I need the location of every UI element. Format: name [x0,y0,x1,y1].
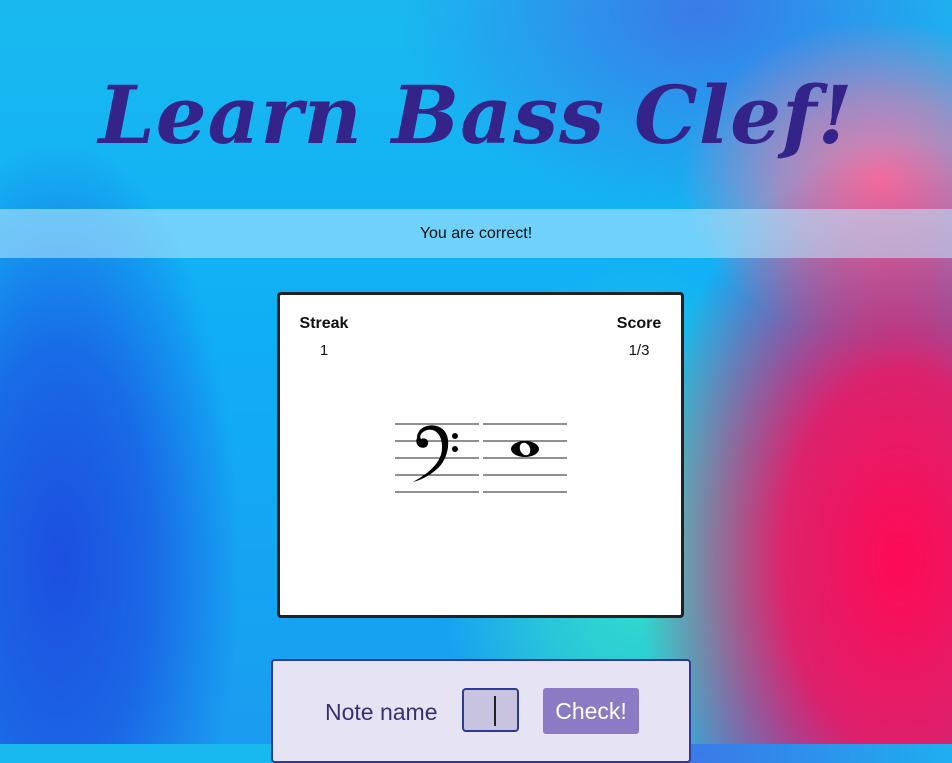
staff-lines-left [395,423,479,493]
score-label: Score [616,315,662,332]
page-title: Learn Bass Clef! [98,68,854,162]
feedback-message: You are correct! [419,224,533,242]
note-name-label: Note name [325,699,438,725]
score-value: 1/3 [628,342,650,359]
streak-label: Streak [299,315,349,332]
answer-panel: Note name Check! [271,659,691,763]
whole-note-icon [511,441,539,457]
bass-clef-icon [413,425,458,482]
note-name-input[interactable] [462,688,519,732]
streak-value: 1 [319,342,329,359]
feedback-banner: You are correct! [0,209,952,258]
staff-lines-right [483,423,567,493]
music-staff [395,423,567,493]
text-caret [494,696,496,726]
score-stat: Score 1/3 [614,315,664,359]
quiz-card: Streak 1 Score 1/3 [277,292,684,618]
streak-stat: Streak 1 [299,315,349,359]
check-button[interactable]: Check! [543,688,639,734]
